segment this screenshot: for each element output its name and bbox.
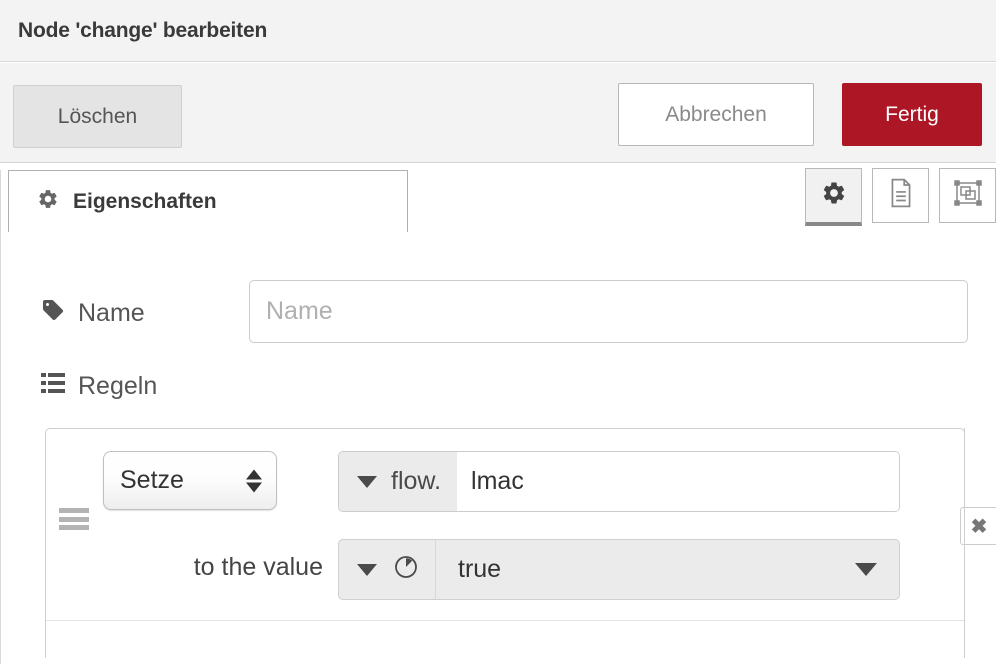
tab-icon-button-group [805,168,996,226]
chevron-down-icon [357,475,377,488]
tab-row: Eigenschaften [0,164,996,396]
boolean-icon [393,554,419,585]
rule-target-line: Setze flow. [46,451,964,513]
rules-label: Regeln [41,372,157,401]
document-icon [888,178,914,213]
tab-button-description[interactable] [872,168,929,223]
rule-value-connector-label: to the value [193,553,323,581]
gear-icon [37,188,59,215]
rules-label-text: Regeln [78,372,158,400]
appearance-icon [953,180,982,211]
chevron-down-icon [357,563,377,576]
rule-property-scope-label: flow. [391,467,442,495]
delete-button[interactable]: Löschen [13,85,182,148]
chevron-down-icon[interactable] [855,563,877,576]
rule-property-input[interactable] [457,452,899,511]
tab-properties-label: Eigenschaften [73,189,217,213]
dialog-button-bar: Löschen Abbrechen Fertig [0,63,996,163]
cancel-button[interactable]: Abbrechen [618,83,814,146]
name-row: Name [1,280,996,346]
rule-value-text[interactable]: true [436,555,855,584]
name-input[interactable] [249,280,968,343]
rule-action-select[interactable]: Setze [103,451,277,510]
name-label-text: Name [78,299,145,327]
properties-panel: Name Regeln [0,232,996,664]
tab-properties[interactable]: Eigenschaften [8,170,408,232]
rule-value-line: to the value true [46,539,964,601]
tab-row-left-edge [0,170,8,232]
rules-list: Setze flow. lmac to the value true ✖ [45,428,996,658]
gear-icon [821,180,847,211]
name-label: Name [41,298,145,329]
rule-value-type-dropdown[interactable] [339,540,436,599]
rules-right-edge [964,428,965,658]
rule-delete-button[interactable]: ✖ [960,507,996,545]
rule-property-field: flow. [338,451,900,512]
rule-property-scope-dropdown[interactable]: flow. [339,452,458,511]
rule-action-value: Setze [120,466,184,494]
chevron-updown-icon [246,469,262,492]
node-edit-dialog: Node 'change' bearbeiten Löschen Abbrech… [0,0,996,664]
list-icon [41,372,65,401]
tab-button-appearance[interactable] [939,168,996,223]
rule-value-field: true [338,539,900,600]
rules-heading: Regeln [1,372,996,418]
rule-row: Setze flow. lmac to the value true ✖ [46,429,996,621]
tag-icon [41,298,65,329]
dialog-header: Node 'change' bearbeiten [0,0,996,62]
page-title: Node 'change' bearbeiten [18,18,268,42]
done-button[interactable]: Fertig [842,83,982,146]
tab-button-properties[interactable] [805,168,862,226]
